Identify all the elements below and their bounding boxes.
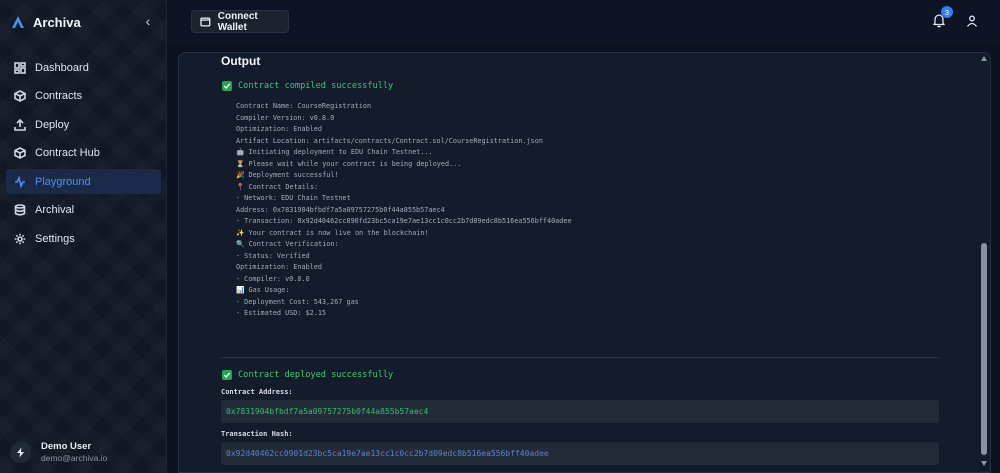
log-line: 📊 Gas Usage: — [236, 286, 290, 294]
deployed-status-text: Contract deployed successfully — [238, 370, 394, 380]
gear-icon — [14, 233, 26, 245]
database-icon — [14, 204, 26, 217]
user-profile[interactable]: Demo User demo@archiva.io — [10, 441, 107, 464]
page-title: Output — [221, 54, 261, 68]
console-log: Contract Name: CourseRegistration Compil… — [236, 101, 756, 320]
sidebar-item-label: Archival — [35, 204, 75, 217]
avatar — [10, 442, 31, 463]
sidebar-item-dashboard[interactable]: Dashboard — [6, 55, 161, 80]
sidebar-item-label: Dashboard — [35, 61, 89, 74]
sidebar-item-contracts[interactable]: Contracts — [6, 84, 161, 109]
sidebar-nav: Dashboard Contracts Deploy Contract Hub … — [6, 55, 161, 255]
log-line: ⏳ Please wait while your contract is bei… — [236, 159, 462, 168]
log-line: Optimization: Enabled — [236, 263, 322, 271]
checkmark-icon — [222, 370, 232, 380]
app-root: Archiva ‹ Dashboard Contracts Deploy Con… — [0, 0, 1000, 473]
log-line: - Network: EDU Chain Testnet — [236, 194, 351, 202]
checkmark-icon — [222, 81, 232, 91]
dashboard-icon — [14, 61, 26, 74]
sidebar-item-contract-hub[interactable]: Contract Hub — [6, 141, 161, 166]
user-name: Demo User — [41, 441, 92, 452]
compiled-status: Contract compiled successfully — [222, 81, 393, 91]
log-line: 🎉 Deployment successful! — [236, 171, 339, 179]
log-line: - Status: Verified — [236, 251, 310, 260]
scrollbar-thumb[interactable] — [981, 243, 987, 455]
user-info: Demo User demo@archiva.io — [41, 441, 107, 464]
deployed-status: Contract deployed successfully — [222, 370, 393, 380]
log-line: Artifact Location: artifacts/contracts/C… — [236, 136, 543, 145]
log-line: Contract Name: CourseRegistration — [236, 102, 372, 110]
archiva-logo-icon — [12, 16, 24, 28]
log-line: Optimization: Enabled — [236, 125, 322, 133]
sidebar-item-playground[interactable]: Playground — [6, 169, 161, 195]
brand-name: Archiva — [33, 14, 81, 30]
sidebar-item-archival[interactable]: Archival — [6, 198, 161, 223]
connect-wallet-button[interactable]: Connect Wallet — [191, 10, 289, 33]
notification-badge: 3 — [941, 6, 953, 18]
log-line: 🔍 Contract Verification: — [236, 240, 339, 248]
chevron-left-icon[interactable]: ‹ — [140, 12, 156, 30]
connect-wallet-label: Connect Wallet — [217, 10, 258, 33]
log-line: Compiler Version: v0.8.0 — [236, 113, 335, 122]
divider — [221, 357, 939, 358]
user-icon[interactable] — [966, 15, 978, 27]
log-line: - Deployment Cost: 543,267 gas — [236, 297, 359, 306]
log-line: - Compiler: v0.8.0 — [236, 274, 310, 283]
transaction-hash-field[interactable]: 0x92d40462cc0901d23bc5ca19e7ae13cc1c0cc2… — [221, 442, 939, 465]
sidebar-item-label: Deploy — [35, 118, 70, 131]
sidebar-item-deploy[interactable]: Deploy — [6, 112, 161, 137]
log-line: ✨ Your contract is now live on the block… — [236, 228, 429, 237]
sidebar-item-label: Contracts — [35, 90, 83, 103]
brand[interactable]: Archiva — [11, 13, 81, 31]
log-line: 📍 Contract Details: — [236, 182, 319, 191]
topbar: Connect Wallet 3 — [167, 0, 1000, 44]
cube-icon — [14, 90, 26, 102]
log-line: 🤖 Initiating deployment to EDU Chain Tes… — [236, 148, 433, 156]
log-line: Address: 0x7831904bfbdf7a5a09757275b0f44… — [236, 205, 445, 214]
activity-icon — [15, 175, 25, 188]
upload-icon — [14, 118, 26, 131]
sidebar-item-label: Settings — [35, 233, 75, 246]
cube-icon — [14, 147, 26, 160]
transaction-hash-label: Transaction Hash: — [221, 430, 293, 438]
lightning-icon — [17, 447, 24, 458]
scroll-down-arrow-icon[interactable] — [981, 461, 987, 466]
log-line: - Estimated USD: $2.15 — [236, 309, 327, 317]
wallet-icon — [200, 17, 211, 27]
compiled-status-text: Contract compiled successfully — [238, 81, 394, 91]
user-email: demo@archiva.io — [41, 453, 108, 463]
log-line: - Transaction: 0x92d40462cc890fd23bc5ca1… — [236, 217, 572, 225]
output-panel: Output Contract compiled successfully Co… — [178, 52, 991, 473]
sidebar-item-label: Contract Hub — [35, 147, 100, 160]
sidebar-item-settings[interactable]: Settings — [6, 227, 161, 252]
sidebar: Archiva ‹ Dashboard Contracts Deploy Con… — [0, 0, 167, 473]
contract-address-field[interactable]: 0x7831904bfbdf7a5a09757275b0f44a855b57ae… — [221, 400, 939, 423]
contract-address-label: Contract Address: — [221, 388, 293, 396]
sidebar-item-label: Playground — [35, 175, 91, 188]
scroll-up-arrow-icon[interactable] — [981, 56, 987, 61]
